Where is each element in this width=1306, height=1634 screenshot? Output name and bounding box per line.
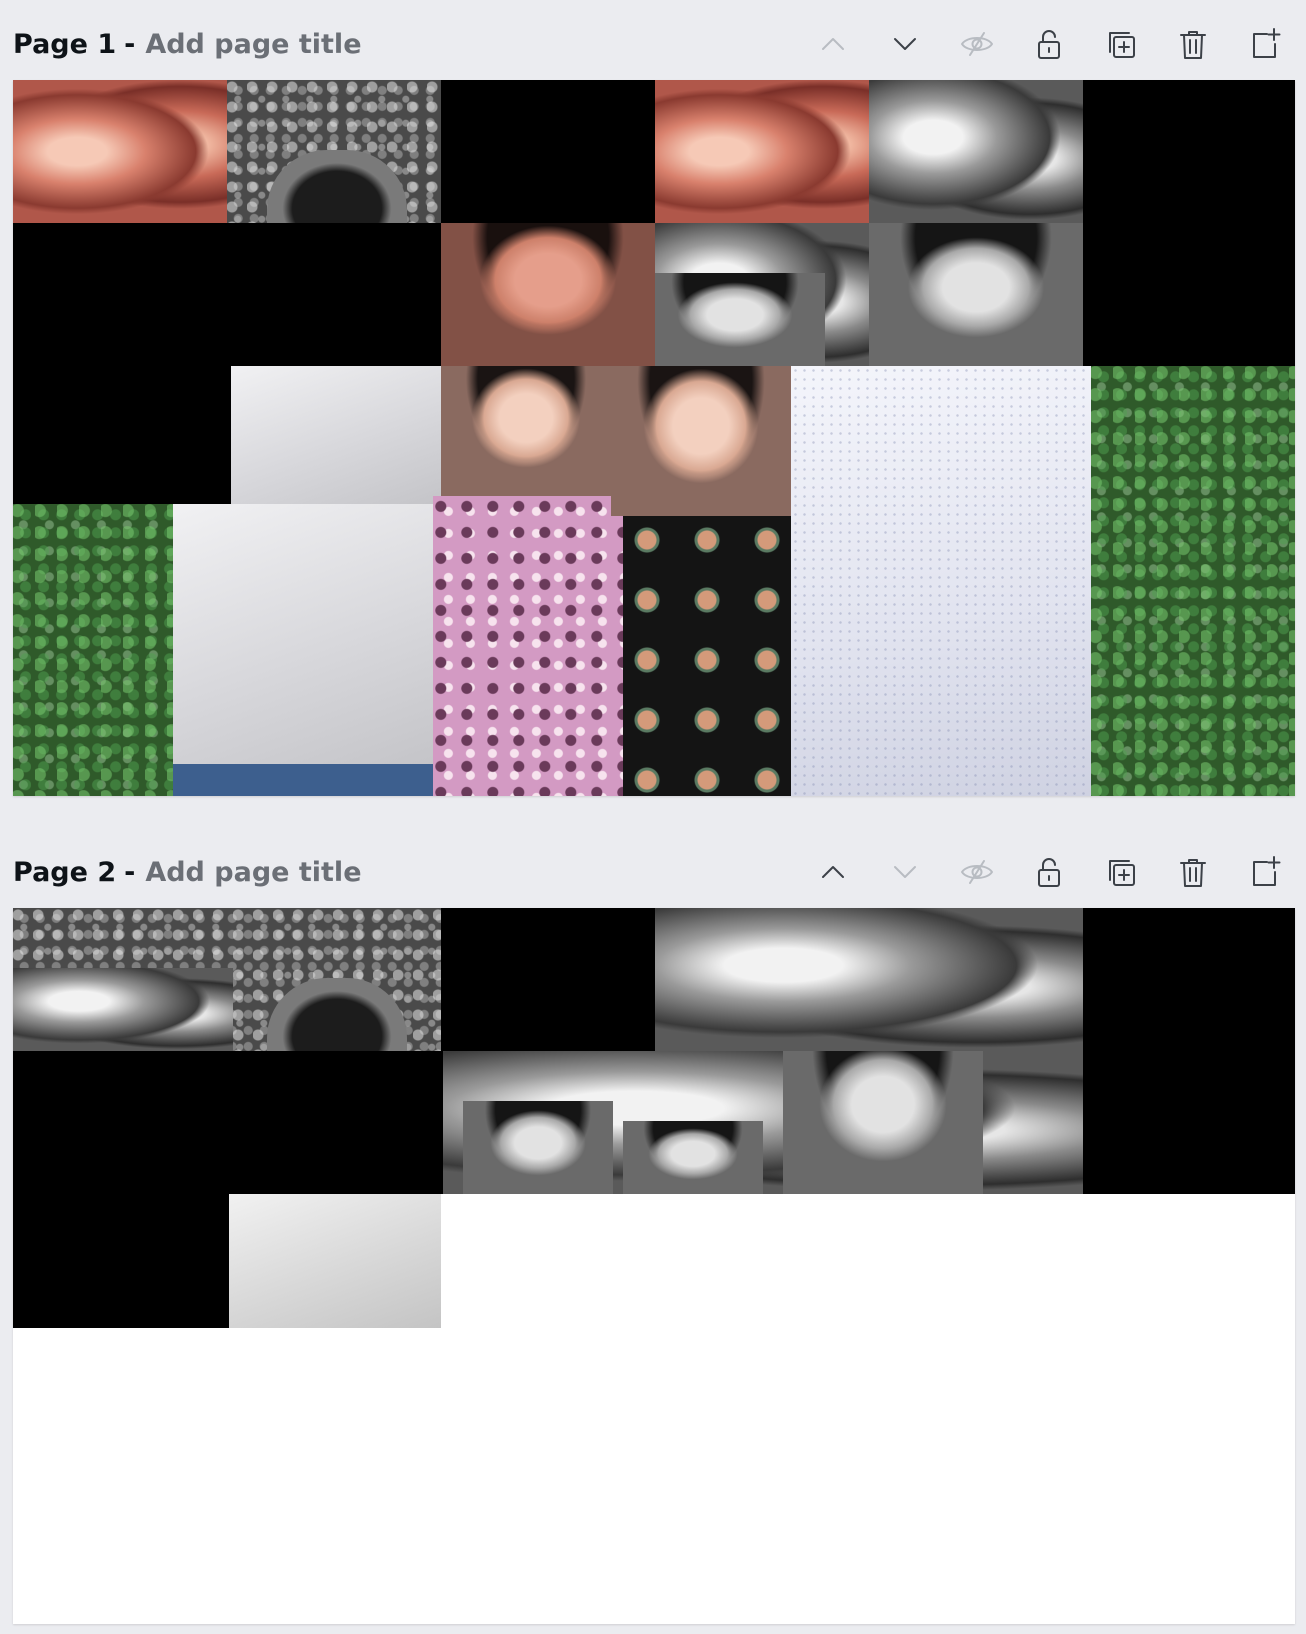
page-2-header: Page 2 - Add page title (13, 842, 1293, 902)
unlock-icon (1038, 858, 1060, 887)
trash-icon (1180, 859, 1206, 887)
page-1-canvas[interactable] (13, 80, 1295, 796)
page-2-delete-button[interactable] (1167, 846, 1219, 898)
page-2-title-input[interactable]: Add page title (145, 857, 361, 888)
page-1-header: Page 1 - Add page title (13, 14, 1293, 74)
page-1-title-input[interactable]: Add page title (145, 29, 361, 60)
face-detail (463, 1101, 613, 1194)
puzzle-piece[interactable] (433, 496, 623, 796)
empty-puzzle-slot (13, 1051, 443, 1194)
puzzle-piece[interactable] (441, 223, 655, 366)
page-2-canvas[interactable] (13, 908, 1295, 1624)
hair-detail (267, 978, 407, 1051)
duplicate-page-icon (1109, 32, 1135, 58)
page-2-hide-button[interactable] (951, 846, 1003, 898)
empty-puzzle-slot (441, 80, 655, 223)
empty-puzzle-slot (1083, 223, 1295, 366)
chevron-down-icon (894, 38, 916, 50)
page-2-move-up-button[interactable] (807, 846, 859, 898)
page-1-move-up-button[interactable] (807, 18, 859, 70)
page-2-number: Page 2 (13, 856, 117, 888)
puzzle-piece[interactable] (655, 908, 1083, 1051)
page-1-add-page-button[interactable] (1239, 18, 1291, 70)
eye-slash-icon (961, 860, 993, 884)
page-2-separator: - (124, 856, 136, 888)
puzzle-piece[interactable] (227, 80, 441, 223)
face-detail (655, 273, 825, 366)
trash-icon (1180, 31, 1206, 59)
puzzle-piece[interactable] (13, 80, 227, 223)
page-1-lock-button[interactable] (1023, 18, 1075, 70)
page-2-toolbar (807, 846, 1291, 898)
empty-puzzle-slot (13, 1194, 229, 1328)
puzzle-piece[interactable] (869, 223, 1083, 366)
puzzle-piece[interactable] (611, 366, 791, 516)
page-1-number: Page 1 (13, 28, 117, 60)
puzzle-piece[interactable] (13, 908, 441, 1051)
page-2-move-down-button[interactable] (879, 846, 931, 898)
chevron-up-icon (822, 38, 844, 50)
unlock-icon (1038, 30, 1060, 59)
empty-puzzle-slot (1083, 908, 1295, 1051)
jeans-detail (173, 764, 441, 796)
face-detail (783, 1051, 983, 1194)
empty-puzzle-slot (13, 366, 231, 504)
page-2-title: Page 2 - Add page title (13, 857, 362, 888)
empty-puzzle-slot (13, 223, 441, 366)
hair-detail (267, 150, 407, 223)
puzzle-piece[interactable] (443, 1051, 1083, 1194)
chevron-down-icon (894, 866, 916, 878)
puzzle-piece[interactable] (869, 80, 1083, 223)
add-page-icon (1253, 856, 1281, 886)
empty-puzzle-slot (441, 908, 655, 1051)
puzzle-piece[interactable] (441, 366, 611, 496)
empty-puzzle-slot (1083, 1051, 1295, 1194)
balloon-detail (13, 968, 233, 1051)
puzzle-piece[interactable] (13, 504, 173, 796)
page-1-move-down-button[interactable] (879, 18, 931, 70)
puzzle-piece[interactable] (229, 1194, 441, 1328)
page-1-title: Page 1 - Add page title (13, 29, 362, 60)
page-1-hide-button[interactable] (951, 18, 1003, 70)
page-2-add-page-button[interactable] (1239, 846, 1291, 898)
page-2-duplicate-button[interactable] (1095, 846, 1147, 898)
puzzle-piece[interactable] (1091, 366, 1295, 796)
page-1-duplicate-button[interactable] (1095, 18, 1147, 70)
page-1-separator: - (124, 28, 136, 60)
empty-puzzle-slot (1083, 80, 1295, 223)
puzzle-piece[interactable] (655, 223, 869, 366)
chevron-up-icon (822, 866, 844, 878)
page-1-delete-button[interactable] (1167, 18, 1219, 70)
add-page-icon (1253, 28, 1281, 58)
puzzle-piece[interactable] (655, 80, 869, 223)
puzzle-piece[interactable] (791, 366, 1091, 796)
puzzle-piece[interactable] (173, 504, 441, 764)
eye-slash-icon (961, 32, 993, 56)
page-1-toolbar (807, 18, 1291, 70)
duplicate-page-icon (1109, 860, 1135, 886)
face-detail (623, 1121, 763, 1194)
puzzle-piece[interactable] (231, 366, 441, 504)
page-2-lock-button[interactable] (1023, 846, 1075, 898)
